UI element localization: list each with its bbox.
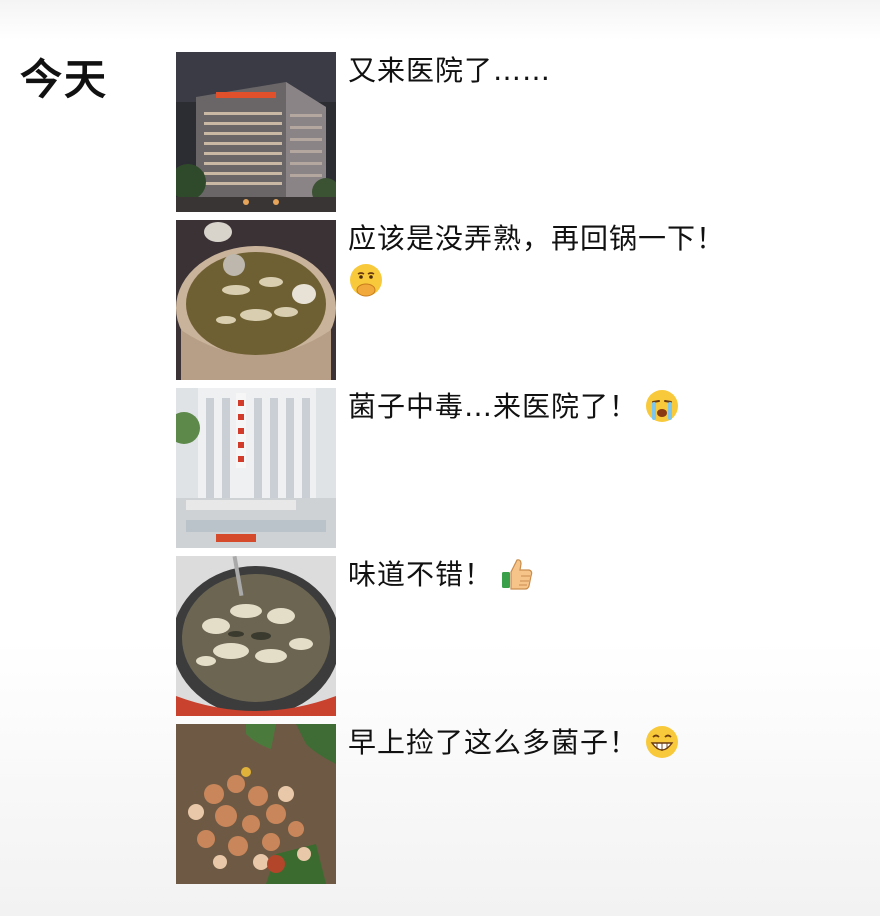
post-item[interactable]: 早上捡了这么多菌子！ <box>176 724 856 884</box>
post-caption-text: 菌子中毒…来医院了！ <box>348 390 639 423</box>
post-item[interactable]: 味道不错！ <box>176 556 856 716</box>
post-caption: 应该是没弄熟，再回锅一下！ <box>348 220 808 298</box>
post-caption: 又来医院了…… <box>348 52 808 90</box>
mushroom-stew-photo[interactable] <box>176 556 336 716</box>
post-caption: 早上捡了这么多菌子！ <box>348 724 808 762</box>
post-caption: 味道不错！ <box>348 556 808 594</box>
hospital-day-photo[interactable] <box>176 388 336 548</box>
post-caption-text: 早上捡了这么多菌子！ <box>348 726 639 759</box>
grinning-emoji <box>646 726 679 758</box>
post-item[interactable]: 又来医院了…… <box>176 52 856 212</box>
post-caption-text: 又来医院了…… <box>348 54 552 87</box>
post-caption-text: 味道不错！ <box>348 558 494 591</box>
post-caption: 菌子中毒…来医院了！ <box>348 388 808 426</box>
top-fade <box>0 0 880 40</box>
crying-emoji <box>646 390 679 422</box>
post-caption-text: 应该是没弄熟，再回锅一下！ <box>348 222 726 255</box>
post-item[interactable]: 菌子中毒…来医院了！ <box>176 388 856 548</box>
hand-over-mouth-emoji <box>350 264 382 297</box>
thumbs-up-emoji <box>502 559 533 590</box>
hospital-night-photo[interactable] <box>176 52 336 212</box>
wild-mushrooms-photo[interactable] <box>176 724 336 884</box>
date-label: 今天 <box>20 55 109 104</box>
post-item[interactable]: 应该是没弄熟，再回锅一下！ <box>176 220 856 380</box>
mushroom-pot-photo[interactable] <box>176 220 336 380</box>
